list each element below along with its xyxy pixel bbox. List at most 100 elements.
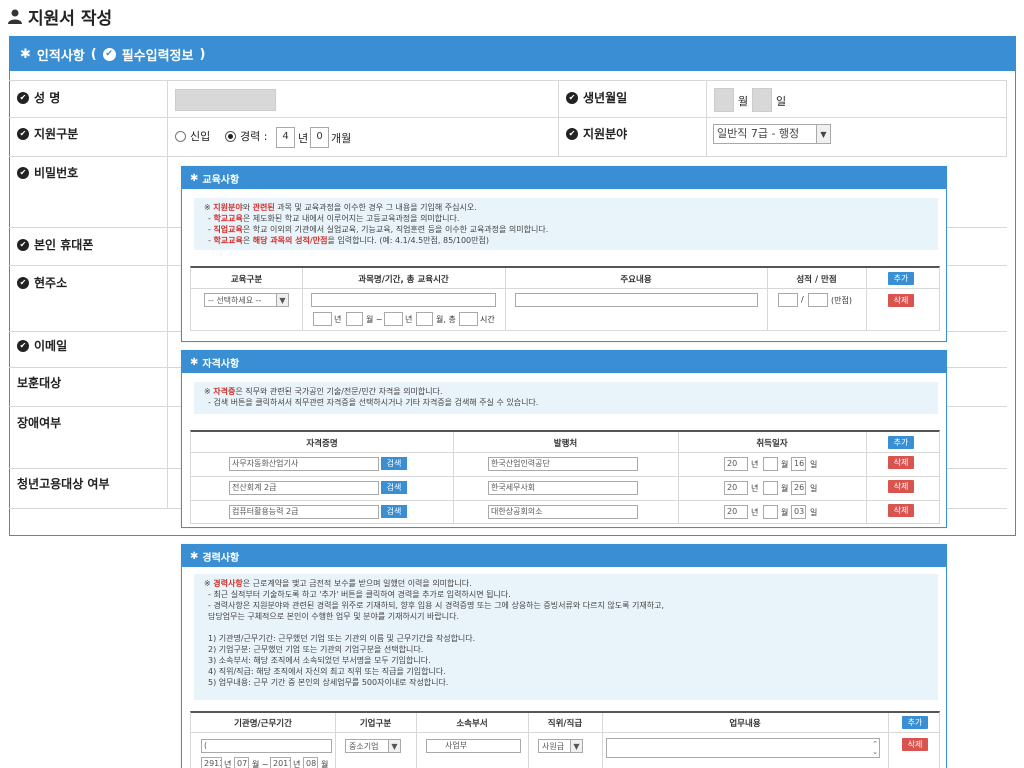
cert-search-button[interactable]: 검색 (381, 505, 407, 518)
certificate-notice: ※ 자격증은 직무와 관련된 국가공인 기술/전문/민간 자격을 의미합니다. … (194, 382, 938, 414)
career-dept-input[interactable]: 사업부 (426, 739, 521, 753)
cert-month-input[interactable] (763, 481, 778, 495)
phone-label: ✔ 본인 휴대폰 (17, 236, 93, 253)
cert-year-input[interactable]: 20 (724, 505, 748, 519)
edu-header-type: 교육구분 (230, 275, 263, 285)
cert-search-button[interactable]: 검색 (381, 481, 407, 494)
edu-start-month-unit: 월 ~ (366, 315, 383, 324)
chevron-down-icon: ▼ (276, 294, 288, 306)
birth-label: ✔ 생년월일 (566, 89, 627, 106)
cert-day-input[interactable]: 16 (791, 457, 806, 471)
career-add-button[interactable]: 추가 (902, 716, 928, 729)
edu-start-year[interactable] (313, 312, 332, 326)
cert-issuer-input[interactable]: 한국산업인력공단 (488, 457, 638, 471)
cert-add-button[interactable]: 추가 (888, 436, 914, 449)
birth-day-unit: 일 (776, 95, 787, 108)
career-position-select[interactable]: 사원급 ▼ (538, 739, 583, 753)
career-end-year-unit: 년 (293, 760, 301, 768)
cert-day-input[interactable]: 26 (791, 481, 806, 495)
cert-month-unit: 월 (781, 484, 789, 493)
edu-score-input[interactable] (778, 293, 798, 307)
check-circle-icon: ✔ (102, 47, 116, 61)
career-start-month[interactable]: 07 (234, 757, 249, 768)
veteran-label: 보훈대상 (17, 376, 62, 390)
edu-header-score: 성적 / 만점 (796, 275, 837, 285)
cert-day-input[interactable]: 03 (791, 505, 806, 519)
personal-header-label: 인적사항 (36, 48, 85, 64)
edu-hours[interactable] (459, 312, 478, 326)
certificate-header: ✱ 자격사항 (182, 351, 946, 373)
career-table: 기관명/근무기간 기업구분 소속부서 직위/직급 업무내용 추가 ( 2913 … (190, 711, 940, 768)
birth-day-field[interactable] (752, 88, 772, 112)
career-header-position: 직위/직급 (547, 719, 583, 729)
career-start-month-unit: 월 ~ (252, 760, 269, 768)
birth-month-field[interactable] (714, 88, 734, 112)
edu-end-year[interactable] (384, 312, 403, 326)
cert-delete-button[interactable]: 삭제 (888, 504, 914, 517)
name-field[interactable] (175, 89, 276, 111)
birth-month-unit: 월 (738, 95, 749, 108)
edu-score-suffix: (만점) (831, 296, 852, 305)
cert-delete-button[interactable]: 삭제 (888, 480, 914, 493)
edu-type-select[interactable]: -- 선택하세요 -- ▼ (204, 293, 289, 307)
chevron-down-icon: ▼ (388, 740, 400, 752)
edu-course-input[interactable] (311, 293, 496, 307)
radio-new[interactable]: 신입 (175, 128, 210, 144)
cert-name-input[interactable]: 전산회계 2급 (229, 481, 379, 495)
name-label: ✔ 성 명 (17, 89, 60, 106)
career-header: ✱ 경력사항 (182, 545, 946, 567)
cert-search-button[interactable]: 검색 (381, 457, 407, 470)
cert-month-input[interactable] (763, 457, 778, 471)
cert-delete-button[interactable]: 삭제 (888, 456, 914, 469)
career-duties-textarea[interactable]: ⌃ ⌄ (606, 738, 880, 758)
edu-end-month[interactable] (416, 312, 433, 326)
cert-year-unit: 년 (751, 460, 759, 469)
certificate-table: 자격증명 발행처 취득일자 추가 사무자동화산업기사 검색 한국산업인력공단 2… (190, 430, 940, 524)
edu-end-month-unit: 월, 총 (436, 315, 456, 324)
cert-issuer-input[interactable]: 한국세무사회 (488, 481, 638, 495)
edu-add-button[interactable]: 추가 (888, 272, 914, 285)
career-years-input[interactable]: 4 (276, 127, 295, 148)
personal-header-note: 필수입력정보 (121, 48, 194, 64)
edu-start-month[interactable] (346, 312, 363, 326)
row-type-field: ✔ 지원구분 신입 경력 : 4 년 0 개월 ✔ 지원분야 일반직 7급 - 행정… (9, 118, 1007, 157)
asterisk-icon: ✱ (20, 46, 31, 62)
edu-hours-unit: 시간 (480, 315, 495, 324)
edu-content-input[interactable] (515, 293, 758, 307)
page-title: 지원서 작성 (8, 4, 112, 29)
career-start-year-unit: 년 (224, 760, 232, 768)
edu-header-course: 과목명/기간, 총 교육시간 (358, 275, 449, 285)
career-end-year[interactable]: 2017 (270, 757, 291, 768)
cert-name-input[interactable]: 사무자동화산업기사 (229, 457, 379, 471)
radio-career[interactable]: 경력 : (225, 128, 267, 144)
edu-delete-button[interactable]: 삭제 (888, 294, 914, 307)
career-header-duties: 업무내용 (729, 719, 761, 729)
cert-year-unit: 년 (751, 484, 759, 493)
cert-name-input[interactable]: 컴퓨터활용능력 2급 (229, 505, 379, 519)
check-circle-icon: ✔ (17, 276, 29, 289)
cert-issuer-input[interactable]: 대한상공회의소 (488, 505, 638, 519)
career-delete-button[interactable]: 삭제 (902, 738, 928, 751)
career-company-type-select[interactable]: 중소기업 ▼ (345, 739, 401, 753)
edu-max-input[interactable] (808, 293, 828, 307)
email-label: ✔ 이메일 (17, 337, 67, 354)
career-header-org: 기관명/근무기간 (234, 719, 292, 729)
cert-year-input[interactable]: 20 (724, 481, 748, 495)
password-label: ✔ 비밀번호 (17, 164, 78, 181)
cert-month-unit: 월 (781, 460, 789, 469)
career-end-month[interactable]: 08 (303, 757, 318, 768)
career-org-input[interactable]: ( (201, 739, 332, 753)
youth-label: 청년고용대상 여부 (17, 477, 110, 491)
personal-info-header: ✱ 인적사항 (✔ 필수입력정보) (10, 37, 1015, 71)
check-circle-icon: ✔ (17, 339, 29, 352)
edu-end-year-unit: 년 (405, 315, 413, 324)
cert-month-input[interactable] (763, 505, 778, 519)
field-select[interactable]: 일반직 7급 - 행정 ▼ (713, 124, 831, 144)
cert-year-input[interactable]: 20 (724, 457, 748, 471)
career-end-month-unit: 월 (321, 760, 329, 768)
career-months-input[interactable]: 0 (310, 127, 329, 148)
cert-header-date: 취득일자 (756, 439, 788, 449)
spinner-icon[interactable]: ⌃ ⌄ (872, 740, 878, 756)
edu-header-content: 주요내용 (620, 275, 652, 285)
career-start-year[interactable]: 2913 (201, 757, 222, 768)
